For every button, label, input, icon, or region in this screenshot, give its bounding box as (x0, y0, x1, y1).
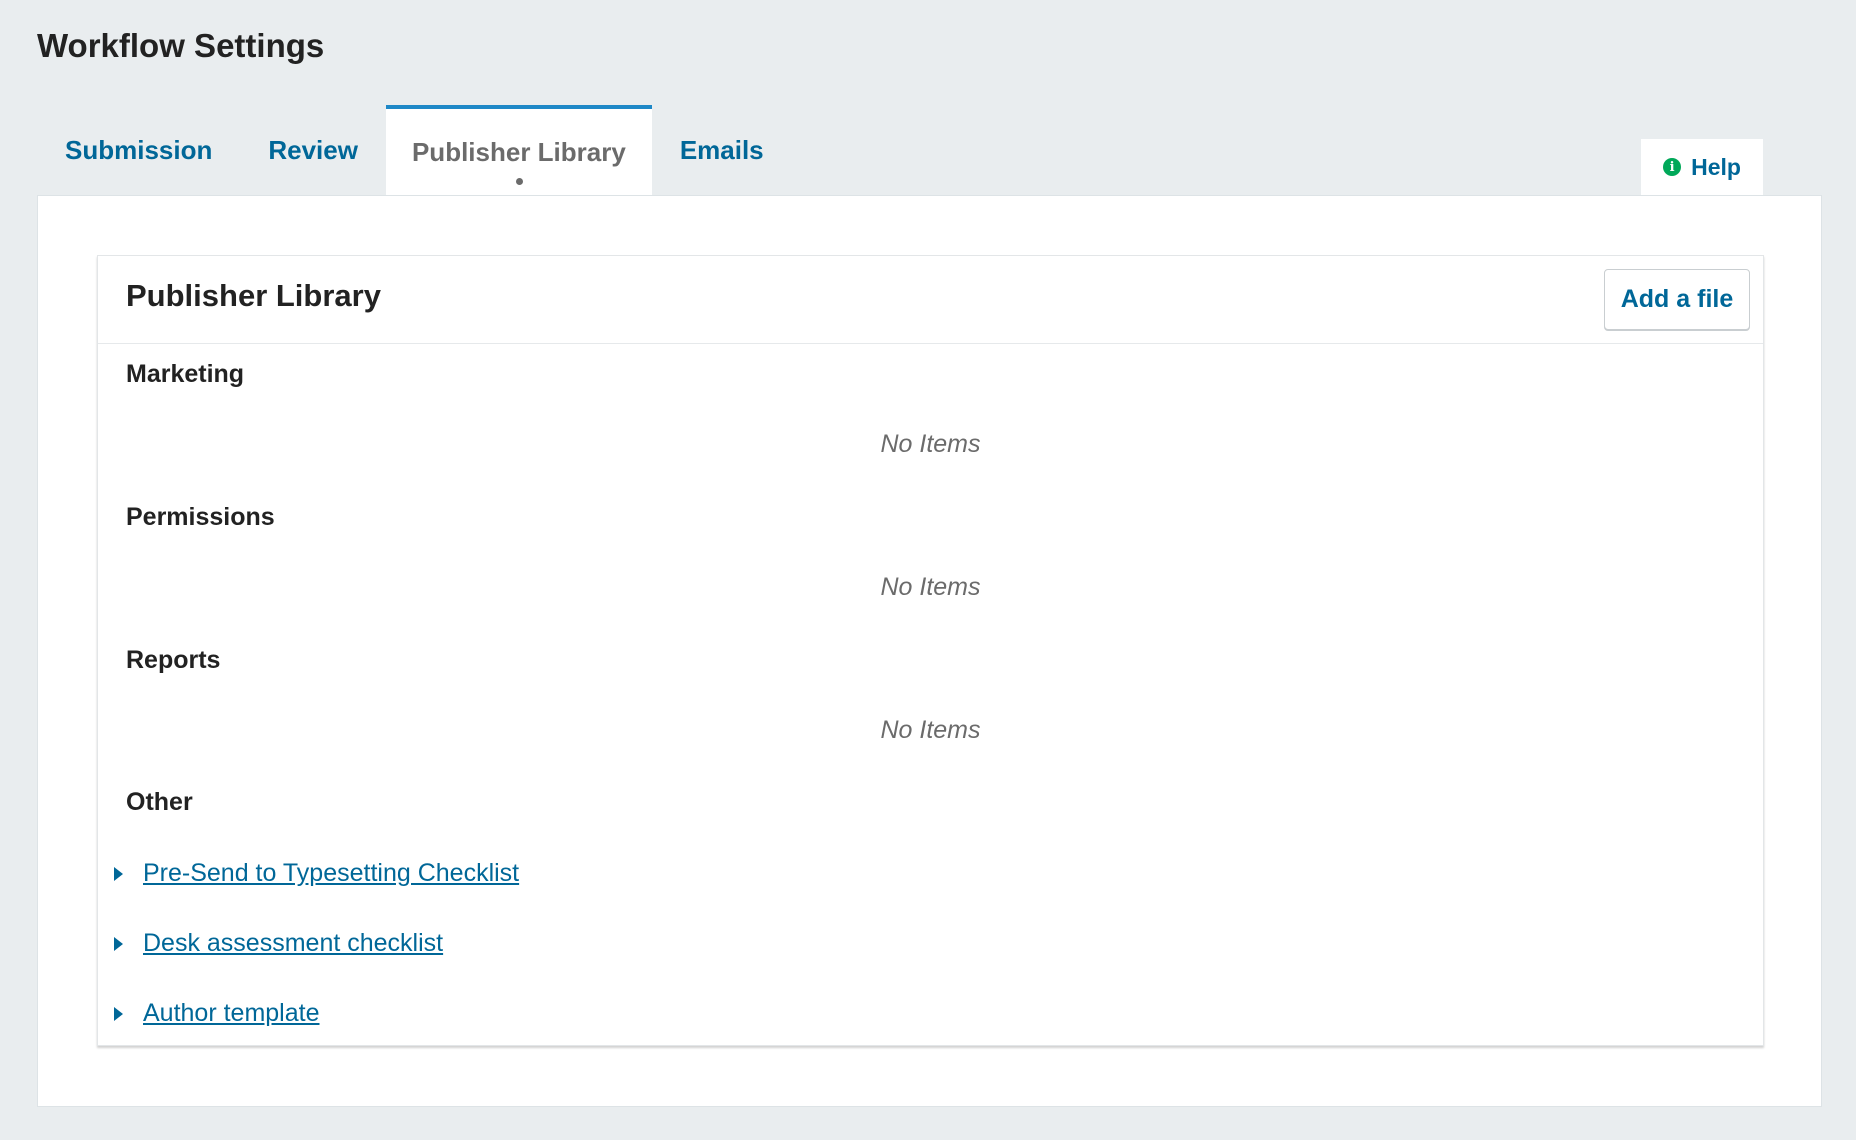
list-item: Desk assessment checklist (114, 929, 443, 958)
tab-publisher-library-label: Publisher Library (411, 136, 626, 167)
expand-caret-icon[interactable] (114, 866, 123, 881)
file-link[interactable]: Pre-Send to Typesetting Checklist (143, 859, 519, 888)
list-item: Author template (114, 999, 320, 1028)
tab-submission[interactable]: Submission (37, 105, 240, 195)
expand-caret-icon[interactable] (114, 1006, 123, 1021)
active-tab-indicator (515, 178, 523, 185)
page-title: Workflow Settings (37, 27, 325, 64)
empty-message-permissions: No Items (880, 573, 981, 601)
file-link[interactable]: Author template (143, 999, 320, 1028)
grid-title: Publisher Library (126, 278, 381, 313)
category-heading-marketing: Marketing (126, 360, 245, 388)
grid-header: Publisher Library Add a file (98, 256, 1763, 344)
file-link[interactable]: Desk assessment checklist (143, 929, 443, 958)
expand-caret-icon[interactable] (114, 936, 123, 951)
category-heading-reports: Reports (126, 646, 221, 674)
help-label: Help (1691, 153, 1741, 180)
category-heading-other: Other (126, 788, 193, 816)
tab-review[interactable]: Review (240, 105, 386, 195)
tab-publisher-library[interactable]: Publisher Library (385, 105, 652, 195)
info-circle-icon: i (1663, 158, 1682, 176)
list-item: Pre-Send to Typesetting Checklist (114, 859, 519, 888)
empty-message-reports: No Items (880, 716, 981, 744)
publisher-library-grid: Publisher Library Add a file Marketing N… (97, 255, 1764, 1046)
help-button[interactable]: i Help (1641, 139, 1763, 195)
tab-panel: Publisher Library Add a file Marketing N… (37, 195, 1822, 1107)
tab-emails[interactable]: Emails (652, 105, 792, 195)
settings-tabs: Submission Review Publisher Library Emai… (37, 105, 792, 195)
empty-message-marketing: No Items (880, 430, 981, 458)
category-heading-permissions: Permissions (126, 503, 275, 531)
add-file-button[interactable]: Add a file (1604, 269, 1750, 330)
